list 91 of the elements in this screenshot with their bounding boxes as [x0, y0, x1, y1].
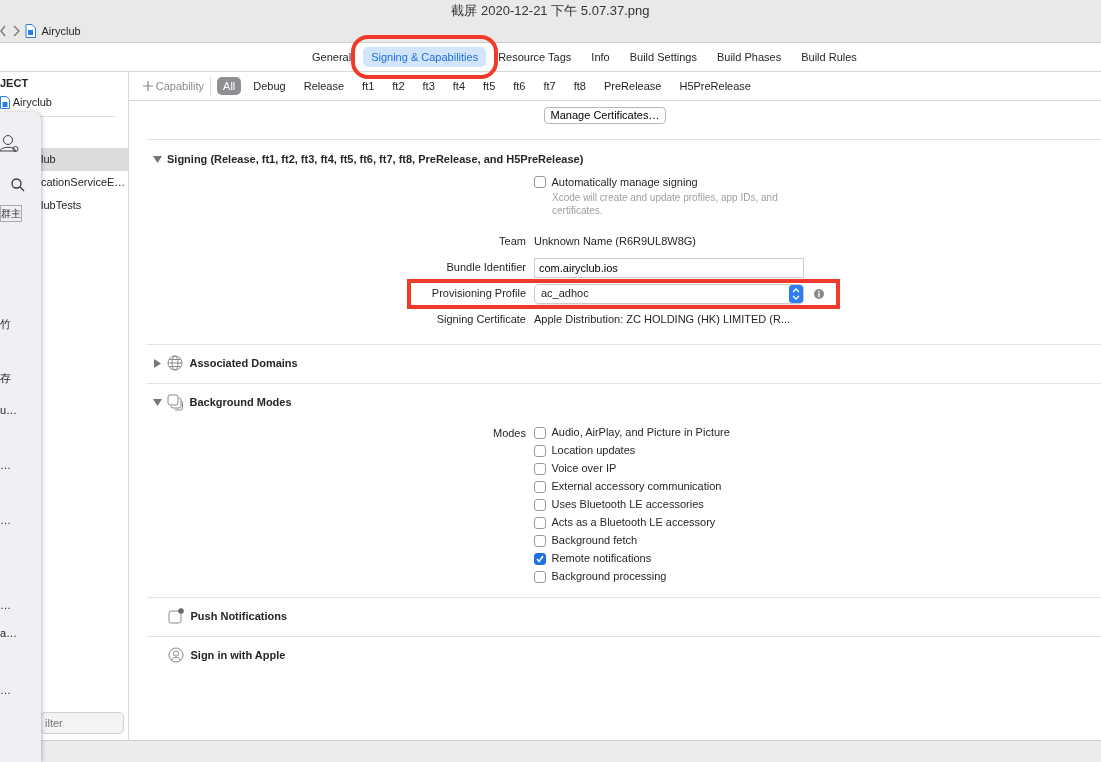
info-icon[interactable] [814, 288, 824, 299]
people-icon [0, 134, 20, 154]
target-item[interactable]: lubTests [41, 194, 128, 217]
checkbox-label: Audio, AirPlay, and Picture in Picture [551, 425, 730, 441]
tag-label: 群主 [0, 205, 22, 222]
chat-item-text: a… [0, 626, 18, 641]
configuration-tab[interactable]: Debug [247, 76, 292, 96]
section-title: Push Notifications [190, 609, 288, 625]
field-value: Unknown Name (R6R9UL8W8G) [534, 234, 696, 250]
forward-icon[interactable] [11, 25, 20, 37]
checkbox[interactable] [534, 176, 546, 189]
project-icon [0, 95, 10, 109]
chat-item-text: … [0, 598, 11, 613]
section-title: Associated Domains [189, 356, 298, 372]
stepper-icon [789, 284, 803, 303]
disclosure-expanded-icon[interactable] [152, 398, 162, 407]
disclosure-expanded-icon[interactable] [152, 154, 162, 164]
section-title: Signing (Release, ft1, ft2, ft3, ft4, ft5, ft6, ft7, ft8, PreRelease, and H5PreRelease) [167, 151, 584, 167]
tab[interactable]: Info [583, 46, 618, 68]
search-icon[interactable] [11, 178, 25, 192]
globe-icon [167, 355, 184, 372]
chat-item-text: u… [0, 403, 18, 418]
checkbox-label: Remote notifications [551, 551, 652, 567]
configuration-tab[interactable]: ft7 [537, 76, 562, 96]
breadcrumb-item[interactable]: Airyclub [41, 22, 81, 40]
tab[interactable]: Signing & Capabilities [363, 46, 487, 68]
target-item[interactable]: cationServiceE… [41, 171, 128, 194]
checkbox-label: Location updates [551, 443, 636, 459]
back-icon[interactable] [0, 25, 6, 37]
chat-item-text: 存 [0, 371, 11, 386]
person-icon [168, 647, 185, 664]
checkbox-label: Automatically manage signing [551, 175, 698, 190]
configuration-tab[interactable]: PreRelease [597, 76, 668, 96]
checkbox-label: Background fetch [551, 533, 638, 549]
file-icon [25, 24, 36, 38]
chat-item-text: … [0, 513, 11, 528]
popup-button[interactable]: ac_adhoc [534, 283, 804, 304]
field-label: Modes [492, 426, 526, 439]
configuration-tab[interactable]: H5PreRelease [673, 76, 757, 96]
chat-item-text: … [0, 683, 11, 698]
add-capability-button[interactable]: Capability [137, 76, 212, 96]
text-field[interactable]: com.airyclub.ios [534, 257, 804, 278]
field-label: Team [498, 234, 527, 250]
tab[interactable]: General [304, 46, 360, 68]
checkbox-label: External accessory communication [551, 479, 722, 495]
sidebar-header: JECT [0, 75, 30, 91]
configuration-tab[interactable]: Release [297, 76, 351, 96]
configuration-tab[interactable]: ft1 [356, 76, 381, 96]
section-title: Sign in with Apple [190, 648, 286, 664]
field-value: Apple Distribution: ZC HOLDING (HK) LIMITED (R... [534, 312, 791, 328]
checkbox[interactable] [534, 444, 546, 457]
filter-field[interactable]: ilter [40, 712, 124, 734]
checkbox[interactable] [534, 462, 546, 475]
field-label: Signing Certificate [435, 312, 527, 328]
manage-certificates-button[interactable]: Manage Certificates… [543, 107, 667, 124]
notification-icon [168, 608, 185, 625]
section-title: Background Modes [189, 395, 292, 411]
project-item[interactable]: Airyclub [12, 94, 52, 111]
checkbox-label: Background processing [551, 569, 667, 585]
checkbox-label: Acts as a Bluetooth LE accessory [551, 515, 716, 531]
checkbox-label: Voice over IP [551, 461, 617, 477]
checkbox[interactable] [534, 552, 546, 565]
hint-text: Xcode will create and update profiles, app IDs, and certificates. [552, 190, 779, 217]
tab[interactable]: Resource Tags [490, 46, 580, 68]
plus-icon [143, 81, 153, 91]
checkbox[interactable] [534, 426, 546, 439]
field-label: Bundle Identifier [445, 260, 527, 276]
check-icon [535, 553, 545, 564]
checkbox[interactable] [534, 570, 546, 583]
popup-value: ac_adhoc [541, 286, 589, 302]
window-title: 截屏 2020-12-21 下午 5.07.37.png [450, 2, 651, 20]
configuration-tab[interactable]: ft5 [477, 76, 502, 96]
field-label: Provisioning Profile [430, 286, 527, 302]
tab[interactable]: Build Rules [793, 46, 865, 68]
tab[interactable]: Build Settings [621, 46, 705, 68]
configuration-tab[interactable]: ft4 [446, 76, 471, 96]
configuration-tab[interactable]: ft8 [567, 76, 592, 96]
configuration-tab[interactable]: ft3 [416, 76, 441, 96]
checkbox[interactable] [534, 480, 546, 493]
chat-item-text: 竹 [0, 317, 11, 332]
checkbox[interactable] [534, 534, 546, 547]
tab[interactable]: Build Phases [708, 46, 790, 68]
checkbox-label: Uses Bluetooth LE accessories [551, 497, 704, 513]
stacked-windows-icon [167, 394, 184, 411]
chat-item-text: … [0, 458, 11, 473]
checkbox[interactable] [534, 516, 546, 529]
checkbox[interactable] [534, 498, 546, 511]
target-item[interactable]: lub [41, 148, 128, 171]
configuration-tab[interactable]: ft2 [386, 76, 411, 96]
disclosure-collapsed-icon[interactable] [152, 359, 162, 368]
configuration-tab[interactable]: ft6 [507, 76, 532, 96]
